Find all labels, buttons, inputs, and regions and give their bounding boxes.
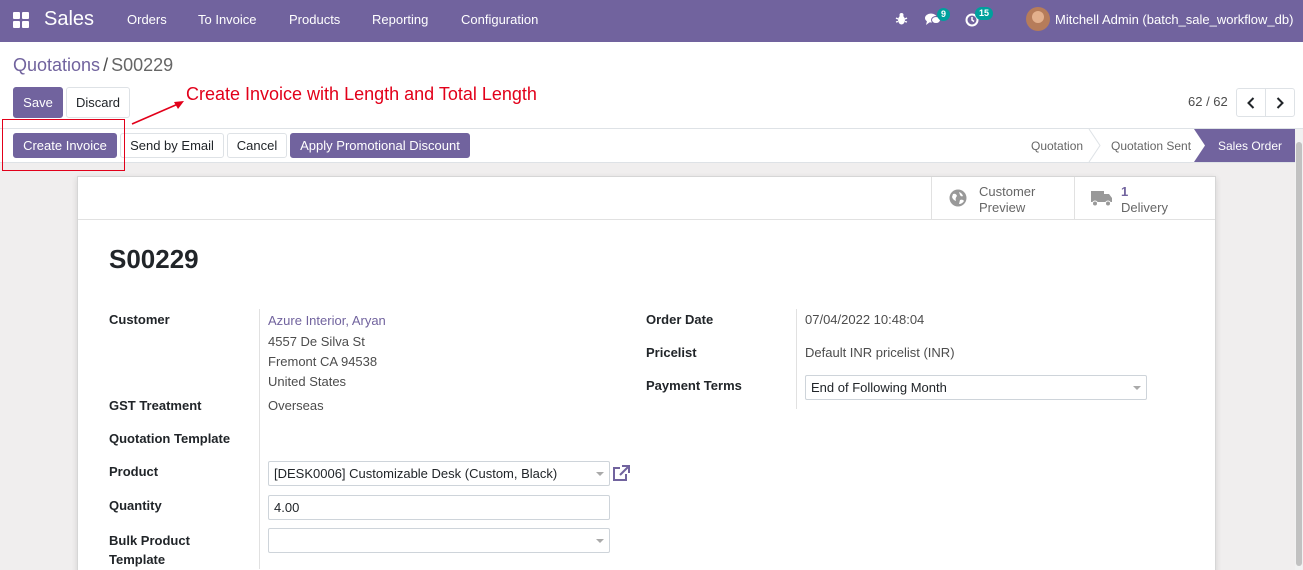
menu-to-invoice[interactable]: To Invoice: [198, 12, 257, 27]
customer-link[interactable]: Azure Interior, Aryan: [268, 313, 386, 328]
truck-icon: [1091, 191, 1112, 207]
stage-sales-order[interactable]: Sales Order: [1194, 129, 1295, 162]
dropdown-caret-icon: [1133, 386, 1141, 390]
apps-menu-icon[interactable]: [13, 12, 29, 28]
record-title: S00229: [109, 244, 199, 274]
payment-terms-value: End of Following Month: [811, 380, 947, 395]
bulk-label-line-2: Template: [109, 552, 166, 567]
customer-preview-label-2: Preview: [979, 200, 1026, 215]
menu-reporting[interactable]: Reporting: [372, 12, 428, 27]
customer-preview-label-1: Customer: [979, 184, 1036, 199]
payment-terms-select[interactable]: End of Following Month: [805, 375, 1147, 400]
annotation-text: Create Invoice with Length and Total Len…: [186, 84, 537, 104]
bulk-label-line-1: Bulk Product: [109, 533, 190, 548]
dropdown-caret-icon: [596, 539, 604, 543]
delivery-smart-button[interactable]: 1 Delivery: [1074, 177, 1216, 220]
quotation-template-label: Quotation Template: [109, 431, 231, 446]
delivery-count: 1: [1121, 184, 1129, 199]
stage-active-notch-icon: [1194, 129, 1205, 162]
quantity-label: Quantity: [109, 498, 162, 513]
debug-bug-icon[interactable]: [895, 12, 908, 29]
order-date-value[interactable]: 07/04/2022 10:48:04: [805, 312, 924, 327]
messages-badge: 9: [937, 8, 951, 21]
gst-treatment-value[interactable]: Overseas: [268, 398, 324, 413]
menu-orders[interactable]: Orders: [127, 12, 167, 27]
top-navbar: Sales Orders To Invoice Products Reporti…: [0, 0, 1303, 42]
external-link-icon[interactable]: [612, 464, 631, 482]
menu-configuration[interactable]: Configuration: [461, 12, 538, 27]
breadcrumb: Quotations / S00229: [13, 55, 173, 76]
chevron-left-icon: [1247, 96, 1255, 109]
app-brand[interactable]: Sales: [44, 8, 94, 31]
smart-button-box: Customer Preview 1 Delivery: [78, 177, 1215, 220]
bulk-product-template-label: Bulk Product Template: [109, 531, 190, 569]
pricelist-value[interactable]: Default INR pricelist (INR): [805, 345, 955, 360]
activity-badge: 15: [975, 7, 994, 20]
order-date-label: Order Date: [646, 312, 714, 327]
send-by-email-button[interactable]: Send by Email: [120, 133, 224, 158]
annotation-highlight-box: [2, 119, 125, 171]
product-select[interactable]: [DESK0006] Customizable Desk (Custom, Bl…: [268, 461, 610, 486]
pricelist-label: Pricelist: [646, 345, 697, 360]
address-line-2: Fremont CA 94538: [268, 354, 378, 369]
discard-button[interactable]: Discard: [66, 87, 130, 118]
payment-terms-label: Payment Terms: [646, 378, 742, 393]
pager-value[interactable]: 62 / 62: [1188, 94, 1228, 109]
gst-treatment-label: GST Treatment: [109, 398, 202, 413]
form-sheet: Customer Preview 1 Delivery S00229 Custo…: [77, 176, 1216, 570]
page-scrollbar-thumb[interactable]: [1296, 142, 1302, 566]
customer-preview-button[interactable]: Customer Preview: [931, 177, 1074, 220]
pager-next-button[interactable]: [1265, 88, 1295, 117]
customer-label: Customer: [109, 312, 170, 327]
left-group-divider: [259, 309, 260, 569]
right-group-divider: [796, 309, 797, 409]
breadcrumb-separator: /: [103, 55, 109, 75]
breadcrumb-current: S00229: [111, 55, 174, 75]
bulk-product-template-select[interactable]: [268, 528, 610, 553]
user-avatar[interactable]: [1026, 7, 1050, 31]
pager-previous-button[interactable]: [1236, 88, 1266, 117]
save-button[interactable]: Save: [13, 87, 63, 118]
cancel-button[interactable]: Cancel: [227, 133, 287, 158]
quantity-input[interactable]: 4.00: [268, 495, 610, 520]
address-line-3: United States: [268, 374, 347, 389]
menu-products[interactable]: Products: [289, 12, 340, 27]
apply-promotional-discount-button[interactable]: Apply Promotional Discount: [290, 133, 470, 158]
globe-icon: [949, 189, 967, 207]
annotation-arrow-icon: [131, 101, 184, 125]
chevron-right-icon: [1276, 96, 1284, 109]
product-select-value: [DESK0006] Customizable Desk (Custom, Bl…: [274, 466, 558, 481]
product-label: Product: [109, 464, 159, 479]
stage-quotation[interactable]: Quotation: [1031, 129, 1083, 162]
breadcrumb-quotations[interactable]: Quotations: [13, 55, 100, 75]
stage-quotation-sent[interactable]: Quotation Sent: [1111, 129, 1191, 162]
stage-separator-icon: [1088, 129, 1101, 162]
delivery-label: Delivery: [1121, 200, 1168, 215]
address-line-1: 4557 De Silva St: [268, 334, 365, 349]
user-menu[interactable]: Mitchell Admin (batch_sale_workflow_db): [1055, 12, 1293, 27]
dropdown-caret-icon: [596, 472, 604, 476]
